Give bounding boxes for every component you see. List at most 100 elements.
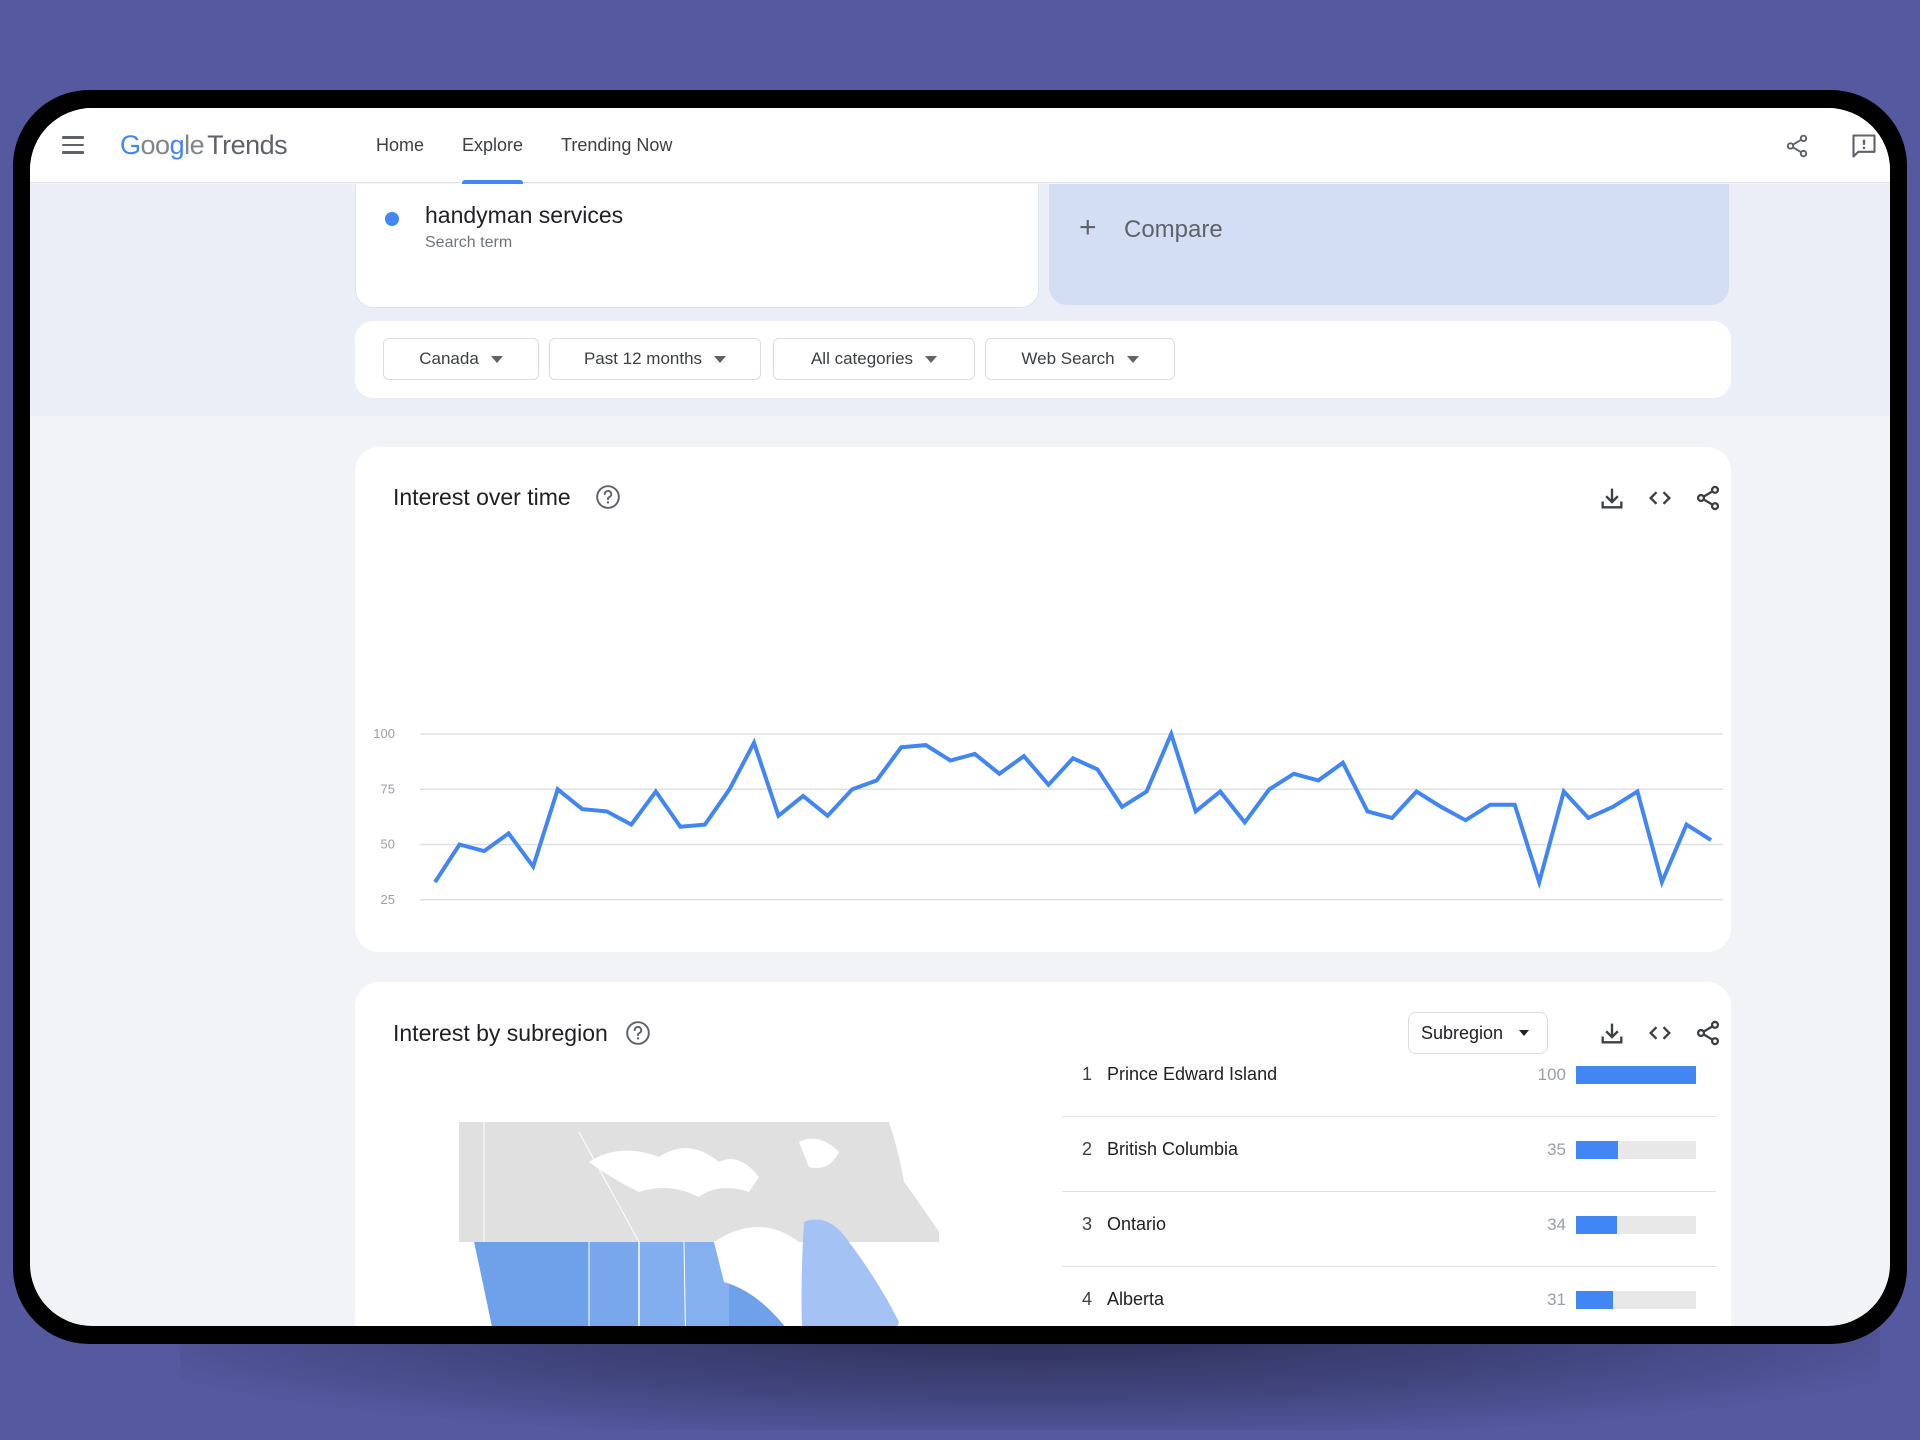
data-point[interactable] <box>1634 788 1640 794</box>
data-point[interactable] <box>555 786 561 792</box>
data-point[interactable] <box>776 813 782 819</box>
region-row[interactable]: 4 Alberta 31 <box>1062 1267 1716 1326</box>
nav-explore[interactable]: Explore <box>443 108 542 184</box>
data-point[interactable] <box>1340 760 1346 766</box>
explore-header: handyman services Search term + Compare … <box>30 184 1890 416</box>
data-point[interactable] <box>1193 808 1199 814</box>
compare-label: Compare <box>1124 216 1223 243</box>
search-term[interactable]: handyman services <box>425 202 623 229</box>
data-point[interactable] <box>825 813 831 819</box>
data-point[interactable] <box>751 740 757 746</box>
region-row[interactable]: 2 British Columbia 35 <box>1062 1117 1716 1192</box>
region-bar <box>1576 1141 1618 1159</box>
data-point[interactable] <box>1095 766 1101 772</box>
data-point[interactable] <box>677 824 683 830</box>
search-term-card[interactable]: handyman services Search term <box>355 184 1039 308</box>
filter-time-range[interactable]: Past 12 months <box>549 338 761 380</box>
map-region-alberta[interactable] <box>589 1242 639 1326</box>
help-icon[interactable] <box>625 1020 651 1046</box>
data-point[interactable] <box>726 786 732 792</box>
data-point[interactable] <box>1389 815 1395 821</box>
region-bar <box>1576 1216 1617 1234</box>
data-point[interactable] <box>1021 753 1027 759</box>
data-point[interactable] <box>1070 755 1076 761</box>
data-point[interactable] <box>1266 786 1272 792</box>
map-region-saskatchewan[interactable] <box>639 1242 684 1326</box>
region-bar-track <box>1576 1216 1696 1234</box>
google-trends-logo[interactable]: Google Trends <box>120 130 288 161</box>
data-point[interactable] <box>1364 808 1370 814</box>
interest-by-subregion-title: Interest by subregion <box>393 1020 608 1046</box>
region-row[interactable]: 1 Prince Edward Island 100 <box>1062 1042 1716 1117</box>
term-color-dot <box>385 212 399 226</box>
data-point[interactable] <box>1414 788 1420 794</box>
feedback-icon[interactable] <box>1850 132 1878 160</box>
top-bar: Google Trends Home Explore Trending Now <box>30 108 1890 184</box>
data-point[interactable] <box>1217 788 1223 794</box>
data-point[interactable] <box>1708 837 1714 843</box>
subregion-map[interactable] <box>459 1122 939 1326</box>
data-point[interactable] <box>432 879 438 885</box>
filter-location[interactable]: Canada <box>383 338 539 380</box>
data-point[interactable] <box>1610 804 1616 810</box>
hamburger-icon[interactable] <box>62 136 84 154</box>
compare-button[interactable]: + Compare <box>1049 184 1729 305</box>
nav-trending-now[interactable]: Trending Now <box>542 108 691 183</box>
data-point[interactable] <box>996 771 1002 777</box>
data-point[interactable] <box>800 793 806 799</box>
data-point[interactable] <box>628 822 634 828</box>
data-point[interactable] <box>1045 782 1051 788</box>
data-point[interactable] <box>653 788 659 794</box>
data-point[interactable] <box>1315 777 1321 783</box>
share-icon[interactable] <box>1784 133 1810 159</box>
data-point[interactable] <box>530 864 536 870</box>
data-point[interactable] <box>1487 802 1493 808</box>
data-point[interactable] <box>1683 822 1689 828</box>
data-point[interactable] <box>1536 879 1542 885</box>
search-term-type: Search term <box>425 234 513 251</box>
data-point[interactable] <box>457 842 463 848</box>
data-point[interactable] <box>1119 804 1125 810</box>
region-bar-track <box>1576 1066 1696 1084</box>
interest-over-time-card: Interest over time 255075100Dec 10, 2023… <box>355 447 1731 952</box>
data-point[interactable] <box>874 777 880 783</box>
data-point[interactable] <box>1438 804 1444 810</box>
data-point[interactable] <box>1561 788 1567 794</box>
caret-down-icon <box>925 355 938 363</box>
data-point[interactable] <box>1512 802 1518 808</box>
data-point[interactable] <box>579 806 585 812</box>
y-tick-label: 75 <box>381 781 395 796</box>
caret-down-icon <box>714 355 727 363</box>
filter-category[interactable]: All categories <box>773 338 975 380</box>
data-point[interactable] <box>1144 788 1150 794</box>
device-shadow <box>180 1330 1880 1430</box>
region-row[interactable]: 3 Ontario 34 <box>1062 1192 1716 1267</box>
y-tick-label: 100 <box>373 726 395 741</box>
data-point[interactable] <box>604 808 610 814</box>
data-point[interactable] <box>1242 819 1248 825</box>
data-point[interactable] <box>1291 771 1297 777</box>
caret-down-icon <box>1519 1030 1530 1036</box>
data-point[interactable] <box>849 786 855 792</box>
data-point[interactable] <box>506 830 512 836</box>
caret-down-icon <box>490 355 503 363</box>
y-tick-label: 25 <box>381 892 395 907</box>
plus-icon: + <box>1079 211 1097 244</box>
caret-down-icon <box>1126 355 1139 363</box>
data-point[interactable] <box>1168 731 1174 737</box>
nav-home[interactable]: Home <box>357 108 443 183</box>
data-point[interactable] <box>1585 815 1591 821</box>
data-point[interactable] <box>898 744 904 750</box>
filter-bar: Canada Past 12 months All categories Web… <box>355 321 1731 398</box>
data-point[interactable] <box>923 742 929 748</box>
data-point[interactable] <box>1659 879 1665 885</box>
region-bar-track <box>1576 1291 1696 1309</box>
data-point[interactable] <box>702 822 708 828</box>
main-nav: Home Explore Trending Now <box>357 108 691 184</box>
data-point[interactable] <box>481 848 487 854</box>
y-tick-label: 50 <box>381 837 395 852</box>
filter-search-type[interactable]: Web Search <box>985 338 1175 380</box>
data-point[interactable] <box>972 751 978 757</box>
data-point[interactable] <box>947 758 953 764</box>
data-point[interactable] <box>1463 817 1469 823</box>
